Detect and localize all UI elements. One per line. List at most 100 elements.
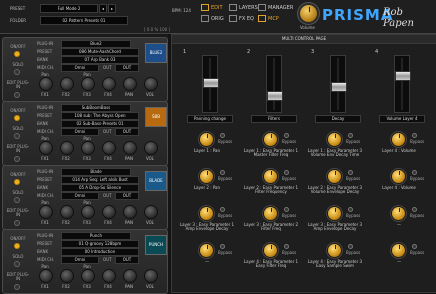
- slider-cap[interactable]: [395, 71, 411, 81]
- bypass-toggle[interactable]: [348, 170, 353, 175]
- macro-knob-1-1[interactable]: [200, 133, 213, 146]
- pan-knob[interactable]: [123, 205, 137, 219]
- preset-select[interactable]: 108 sub: The Abyss Open: [61, 112, 139, 120]
- macro-knob-4-4[interactable]: [392, 244, 405, 257]
- bypass-toggle[interactable]: [412, 133, 417, 138]
- bypass-toggle[interactable]: [412, 244, 417, 249]
- fx4-knob[interactable]: [102, 205, 116, 219]
- fx2-knob[interactable]: [60, 77, 74, 91]
- macro-knob-4-3[interactable]: [328, 244, 341, 257]
- preset-select[interactable]: 014 Arp Seq: Left alsik Bust: [61, 176, 139, 184]
- mcp-button[interactable]: MCP: [258, 15, 279, 23]
- bypass-toggle[interactable]: [348, 207, 353, 212]
- plugin-select[interactable]: SubBoomBass: [61, 104, 131, 112]
- bank-select[interactable]: 07 Arp Bank 03: [61, 56, 139, 64]
- onoff-led[interactable]: [14, 51, 20, 57]
- fx4-knob[interactable]: [102, 141, 116, 155]
- slider-cap[interactable]: [267, 91, 283, 101]
- midi-ch-select[interactable]: Omni: [61, 128, 99, 136]
- orig-button[interactable]: ORIG: [201, 15, 224, 23]
- preset-select[interactable]: 086 Mute-AashChord: [61, 48, 139, 56]
- vol-knob[interactable]: [144, 269, 158, 283]
- macro-knob-2-1[interactable]: [200, 170, 213, 183]
- fx2-knob[interactable]: [60, 205, 74, 219]
- solo-led[interactable]: [14, 69, 20, 75]
- macro-slider-3[interactable]: [330, 55, 347, 113]
- solo-led[interactable]: [14, 261, 20, 267]
- bypass-toggle[interactable]: [284, 170, 289, 175]
- fx3-knob[interactable]: [81, 77, 95, 91]
- onoff-led[interactable]: [14, 243, 20, 249]
- macro-knob-4-2[interactable]: [264, 244, 277, 257]
- out-select[interactable]: OUT: [115, 192, 139, 200]
- bank-select[interactable]: 02 Sub-Bass-Presets 01: [61, 120, 139, 128]
- midi-ch-select[interactable]: Omni: [61, 64, 99, 72]
- bypass-toggle[interactable]: [412, 170, 417, 175]
- edit-plugin-led[interactable]: [14, 92, 20, 98]
- macro-knob-3-3[interactable]: [328, 207, 341, 220]
- preset-next-button[interactable]: ▸: [108, 4, 116, 13]
- macro-knob-2-4[interactable]: [392, 170, 405, 183]
- bypass-toggle[interactable]: [220, 170, 225, 175]
- pan-knob[interactable]: [123, 269, 137, 283]
- bypass-toggle[interactable]: [220, 207, 225, 212]
- edit-plugin-led[interactable]: [14, 220, 20, 226]
- macro-knob-3-1[interactable]: [200, 207, 213, 220]
- bypass-toggle[interactable]: [284, 207, 289, 212]
- fx3-knob[interactable]: [81, 269, 95, 283]
- macro-knob-3-4[interactable]: [392, 207, 405, 220]
- fx2-knob[interactable]: [60, 141, 74, 155]
- macro-slider-2[interactable]: [266, 55, 283, 113]
- edit-plugin-led[interactable]: [14, 284, 20, 290]
- plugin-select[interactable]: Blade: [61, 168, 131, 176]
- plugin-select[interactable]: Blue2: [61, 40, 131, 48]
- fx1-knob[interactable]: [39, 141, 53, 155]
- vol-knob[interactable]: [144, 77, 158, 91]
- fx1-knob[interactable]: [39, 205, 53, 219]
- preset-prev-button[interactable]: ◂: [99, 4, 107, 13]
- out-select[interactable]: OUT: [115, 128, 139, 136]
- edit-plugin-led[interactable]: [14, 156, 20, 162]
- bypass-toggle[interactable]: [284, 244, 289, 249]
- midi-ch-select[interactable]: Omni: [61, 192, 99, 200]
- bypass-toggle[interactable]: [284, 133, 289, 138]
- solo-led[interactable]: [14, 133, 20, 139]
- slider-cap[interactable]: [203, 78, 219, 88]
- macro-knob-2-2[interactable]: [264, 170, 277, 183]
- bypass-toggle[interactable]: [412, 207, 417, 212]
- vol-knob[interactable]: [144, 141, 158, 155]
- master-volume-knob[interactable]: [300, 5, 317, 22]
- plugin-select[interactable]: Punch: [61, 232, 131, 240]
- onoff-led[interactable]: [14, 115, 20, 121]
- bypass-toggle[interactable]: [348, 244, 353, 249]
- preset-select[interactable]: Full Mode 2: [40, 4, 98, 13]
- out-select[interactable]: OUT: [115, 64, 139, 72]
- fx3-knob[interactable]: [81, 205, 95, 219]
- pan-knob[interactable]: [123, 77, 137, 91]
- bypass-toggle[interactable]: [348, 133, 353, 138]
- fx4-knob[interactable]: [102, 77, 116, 91]
- fx1-knob[interactable]: [39, 77, 53, 91]
- macro-knob-4-1[interactable]: [200, 244, 213, 257]
- macro-knob-2-3[interactable]: [328, 170, 341, 183]
- pan-knob[interactable]: [123, 141, 137, 155]
- fx3-knob[interactable]: [81, 141, 95, 155]
- fx-eq-button[interactable]: FX EQ: [229, 15, 254, 23]
- macro-knob-1-3[interactable]: [328, 133, 341, 146]
- bypass-toggle[interactable]: [220, 133, 225, 138]
- midi-ch-select[interactable]: Omni: [61, 256, 99, 264]
- macro-slider-4[interactable]: [394, 55, 411, 113]
- macro-knob-1-4[interactable]: [392, 133, 405, 146]
- solo-led[interactable]: [14, 197, 20, 203]
- folder-select[interactable]: 02 Pattern Presets 01: [40, 16, 128, 25]
- manager-button[interactable]: MANAGER: [258, 4, 293, 12]
- fx1-knob[interactable]: [39, 269, 53, 283]
- vol-knob[interactable]: [144, 205, 158, 219]
- slider-cap[interactable]: [331, 82, 347, 92]
- fx2-knob[interactable]: [60, 269, 74, 283]
- macro-knob-1-2[interactable]: [264, 133, 277, 146]
- preset-select[interactable]: 01 Q-groovy 128bpm: [61, 240, 139, 248]
- bypass-toggle[interactable]: [220, 244, 225, 249]
- onoff-led[interactable]: [14, 179, 20, 185]
- bank-select[interactable]: 05 A Drop-So Silence: [61, 184, 139, 192]
